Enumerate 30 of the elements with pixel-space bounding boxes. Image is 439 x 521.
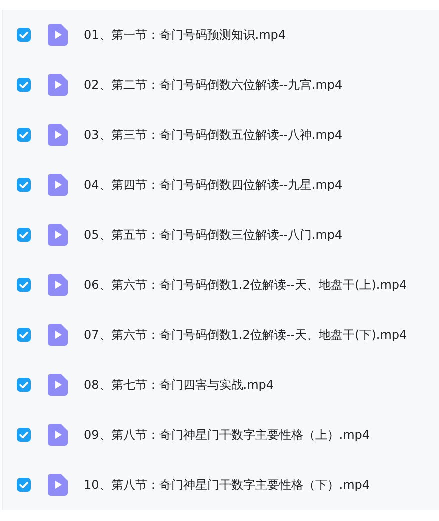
video-file-icon bbox=[48, 224, 68, 246]
video-file-icon bbox=[48, 174, 68, 196]
video-file-icon bbox=[48, 324, 68, 346]
video-file-icon bbox=[48, 274, 68, 296]
file-name[interactable]: 03、第三节：奇门号码倒数五位解读--八神.mp4 bbox=[84, 126, 343, 144]
file-name[interactable]: 09、第八节：奇门神星门干数字主要性格（上）.mp4 bbox=[84, 426, 370, 444]
file-name[interactable]: 10、第八节：奇门神星门干数字主要性格（下）.mp4 bbox=[84, 476, 370, 494]
checkbox[interactable] bbox=[17, 128, 31, 142]
checkbox[interactable] bbox=[17, 278, 31, 292]
video-file-icon bbox=[48, 474, 68, 496]
video-file-icon bbox=[48, 124, 68, 146]
video-file-icon bbox=[48, 374, 68, 396]
video-file-icon bbox=[48, 24, 68, 46]
checkbox[interactable] bbox=[17, 78, 31, 92]
file-name[interactable]: 06、第六节：奇门号码倒数1.2位解读--天、地盘干(上).mp4 bbox=[84, 276, 408, 294]
checkbox[interactable] bbox=[17, 328, 31, 342]
file-name[interactable]: 08、第七节：奇门四害与实战.mp4 bbox=[84, 376, 274, 394]
checkbox[interactable] bbox=[17, 178, 31, 192]
file-name[interactable]: 02、第二节：奇门号码倒数六位解读--九宫.mp4 bbox=[84, 76, 343, 94]
file-name[interactable]: 01、第一节：奇门号码预测知识.mp4 bbox=[84, 26, 286, 44]
file-name[interactable]: 04、第四节：奇门号码倒数四位解读--九星.mp4 bbox=[84, 176, 343, 194]
file-name[interactable]: 07、第六节：奇门号码倒数1.2位解读--天、地盘干(下).mp4 bbox=[84, 326, 408, 344]
checkbox[interactable] bbox=[17, 378, 31, 392]
checkbox[interactable] bbox=[17, 478, 31, 492]
video-file-icon bbox=[48, 74, 68, 96]
file-name[interactable]: 05、第五节：奇门号码倒数三位解读--八门.mp4 bbox=[84, 226, 343, 244]
checkbox[interactable] bbox=[17, 428, 31, 442]
checkbox[interactable] bbox=[17, 228, 31, 242]
video-file-icon bbox=[48, 424, 68, 446]
checkbox[interactable] bbox=[17, 28, 31, 42]
